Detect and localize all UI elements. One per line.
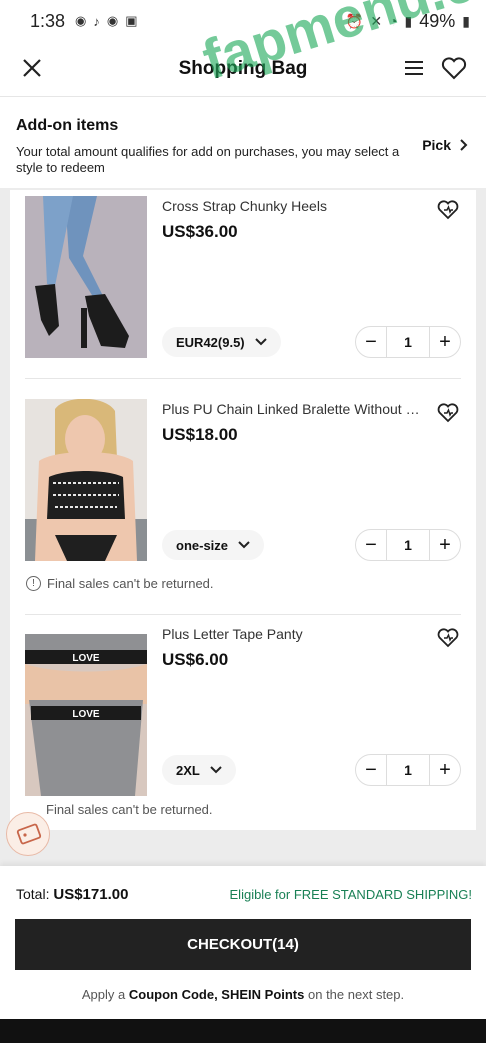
chevron-down-icon xyxy=(238,541,250,549)
hint-bold: Coupon Code, SHEIN Points xyxy=(128,987,305,1002)
size-selector[interactable]: EUR42(9.5) xyxy=(162,327,281,357)
product-image[interactable] xyxy=(25,196,147,358)
quantity-stepper[interactable]: − 1 + xyxy=(355,326,461,358)
final-sale-text: Final sales can't be returned. xyxy=(47,576,214,591)
quantity-value: 1 xyxy=(386,327,430,357)
chevron-down-icon xyxy=(254,338,267,346)
cart-items-list: Cross Strap Chunky Heels US$36.00 EUR42(… xyxy=(10,190,476,830)
increase-button[interactable]: + xyxy=(430,755,460,785)
coupon-float-button[interactable] xyxy=(6,812,50,856)
cart-item: Plus PU Chain Linked Bralette Without Li… xyxy=(10,378,476,614)
total-label: Total: xyxy=(16,886,50,902)
increase-button[interactable]: + xyxy=(430,327,460,357)
move-to-wishlist-icon[interactable] xyxy=(436,626,460,650)
product-price: US$6.00 xyxy=(162,650,229,669)
addon-description: Your total amount qualifies for add on p… xyxy=(16,144,400,175)
gallery-icon: ▣ xyxy=(125,13,138,28)
increase-button[interactable]: + xyxy=(430,530,460,560)
tiktok-icon: ♪ xyxy=(93,13,100,29)
checkout-footer: Total: US$171.00 Eligible for FREE STAND… xyxy=(0,866,486,1019)
messenger-icon-2: ◉ xyxy=(106,13,119,28)
size-value: EUR42(9.5) xyxy=(176,334,245,350)
menu-icon[interactable] xyxy=(402,56,426,80)
wishlist-icon[interactable] xyxy=(440,54,468,82)
decrease-button[interactable]: − xyxy=(356,530,386,560)
pick-label: Pick xyxy=(422,137,451,153)
size-selector[interactable]: one-size xyxy=(162,530,265,560)
total-value: US$171.00 xyxy=(53,886,129,903)
size-value: one-size xyxy=(176,537,229,553)
decrease-button[interactable]: − xyxy=(356,327,386,357)
status-time: 1:38 xyxy=(30,10,66,31)
final-sale-note: Final sales can't be returned. xyxy=(46,802,213,817)
notification-icons: ◉ ♪ ◉ ▣ xyxy=(75,13,137,29)
size-selector[interactable]: 2XL xyxy=(162,755,236,785)
chevron-down-icon xyxy=(210,766,222,774)
move-to-wishlist-icon[interactable] xyxy=(436,198,460,222)
quantity-stepper[interactable]: − 1 + xyxy=(355,754,461,786)
product-price: US$36.00 xyxy=(162,222,238,241)
hint-post: on the next step. xyxy=(308,987,405,1002)
shipping-status: Eligible for FREE STANDARD SHIPPING! xyxy=(229,887,472,902)
info-icon: ! xyxy=(26,576,41,591)
move-to-wishlist-icon[interactable] xyxy=(436,401,460,425)
checkout-hint: Apply a Coupon Code, SHEIN Points on the… xyxy=(0,987,486,1002)
product-price: US$18.00 xyxy=(162,425,238,444)
cart-item: Cross Strap Chunky Heels US$36.00 EUR42(… xyxy=(10,190,476,378)
product-image[interactable] xyxy=(25,399,147,561)
addon-title: Add-on items xyxy=(16,117,119,134)
close-icon[interactable] xyxy=(18,54,46,82)
coupon-icon xyxy=(16,823,42,845)
addon-banner: Add-on items Your total amount qualifies… xyxy=(0,96,486,188)
pick-button[interactable]: Pick xyxy=(422,137,468,153)
product-name[interactable]: Cross Strap Chunky Heels xyxy=(162,198,427,214)
hint-pre: Apply a xyxy=(81,987,126,1002)
chevron-right-icon xyxy=(460,139,468,151)
quantity-stepper[interactable]: − 1 + xyxy=(355,529,461,561)
final-sale-note: ! Final sales can't be returned. xyxy=(26,576,214,591)
size-value: 2XL xyxy=(176,762,200,778)
checkout-button[interactable]: CHECKOUT(14) xyxy=(15,919,471,970)
cart-item: LOVE LOVE Plus Letter Tape Panty US$6.00… xyxy=(10,614,476,830)
tape-text-top: LOVE xyxy=(72,653,100,664)
tape-text-bottom: LOVE xyxy=(72,709,100,720)
quantity-value: 1 xyxy=(386,530,430,560)
messenger-icon: ◉ xyxy=(75,13,87,28)
product-name[interactable]: Plus Letter Tape Panty xyxy=(162,626,427,642)
final-sale-text: Final sales can't be returned. xyxy=(46,802,213,817)
order-total: Total: US$171.00 xyxy=(16,886,128,903)
product-name[interactable]: Plus PU Chain Linked Bralette Without Li… xyxy=(162,401,427,417)
quantity-value: 1 xyxy=(386,755,430,785)
product-image[interactable]: LOVE LOVE xyxy=(25,634,147,796)
decrease-button[interactable]: − xyxy=(356,755,386,785)
system-nav-bar xyxy=(0,1019,486,1043)
